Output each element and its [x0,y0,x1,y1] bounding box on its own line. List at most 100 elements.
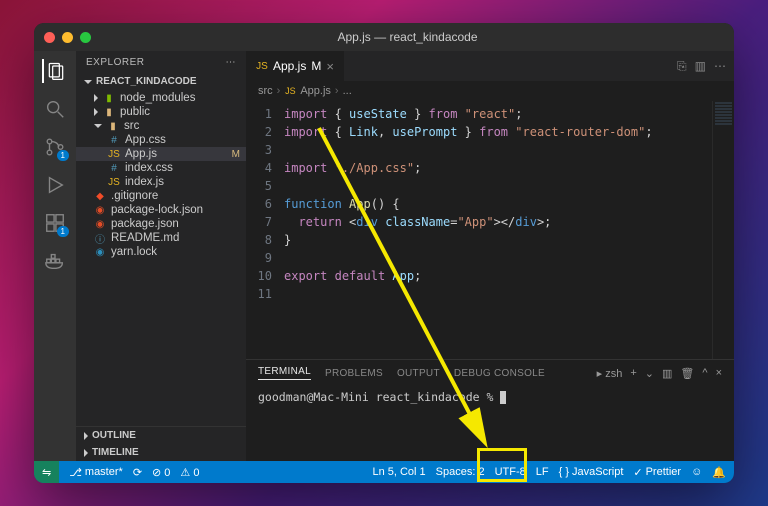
file-index-js[interactable]: JSindex.js [76,175,246,189]
js-file-icon: JS [108,148,120,160]
terminal-shell-picker[interactable]: ▸ zsh [597,367,623,380]
terminal-dropdown-icon[interactable]: ⌄ [645,367,654,380]
panel-tab-problems[interactable]: PROBLEMS [325,368,383,379]
status-right: Ln 5, Col 1 Spaces: 2 UTF-8 LF { } JavaS… [372,466,726,479]
folder-src[interactable]: ▮src [76,119,246,133]
check-icon: ✓ [633,466,642,479]
line-numbers: 1 2 3 4 5 6 7 8 9 10 11 [246,101,280,359]
close-panel-icon[interactable]: × [716,367,722,379]
language-mode-status[interactable]: { } JavaScript [559,466,624,478]
file-index-css[interactable]: #index.css [76,161,246,175]
file-app-js[interactable]: JSApp.jsM [76,147,246,161]
kw: from [479,125,508,139]
breadcrumbs[interactable]: src › JS App.js › ... [246,81,734,101]
folder-node-modules[interactable]: ▮node_modules [76,91,246,105]
str: "react" [465,107,516,121]
str: "./App.css" [335,161,414,175]
braces-icon: { } [559,466,569,478]
line-number: 8 [246,231,272,249]
panel-tabs: TERMINAL PROBLEMS OUTPUT DEBUG CONSOLE ▸… [246,360,734,386]
section-label: TIMELINE [92,447,139,458]
panel-tab-output[interactable]: OUTPUT [397,368,440,379]
docker-activity-icon[interactable] [43,249,67,273]
feedback-status[interactable]: ☺ [691,466,702,478]
minimize-window-button[interactable] [62,32,73,43]
css-file-icon: # [108,134,120,146]
tab-app-js[interactable]: JS App.js M × [246,51,345,81]
workbench-body: 1 1 EXPLORER ⋯ REACT_KINDACODE [34,51,734,461]
bottom-panel: TERMINAL PROBLEMS OUTPUT DEBUG CONSOLE ▸… [246,359,734,461]
explorer-title: EXPLORER [86,57,144,68]
chevron-right-icon [84,449,88,457]
npm-file-icon: ◉ [94,204,106,216]
ident: usePrompt [392,125,457,139]
crumb-file[interactable]: App.js [300,85,331,97]
compare-icon[interactable]: ⎘ [677,59,687,74]
window-controls [44,32,91,43]
file-package-lock[interactable]: ◉package-lock.json [76,203,246,217]
chevron-right-icon [94,94,98,102]
new-terminal-icon[interactable]: + [630,367,636,379]
file-label: src [124,120,139,132]
maximize-panel-icon[interactable]: ^ [702,367,707,379]
run-activity-icon[interactable] [43,173,67,197]
line-number: 10 [246,267,272,285]
file-label: .gitignore [111,190,158,202]
eol-status[interactable]: LF [536,466,549,478]
warnings-status[interactable]: ⚠ 0 [180,466,199,479]
split-editor-icon[interactable]: ▥ [695,59,706,73]
encoding-status[interactable]: UTF-8 [495,466,526,478]
js-file-icon: JS [108,176,120,188]
sidebar-more-icon[interactable]: ⋯ [226,57,237,68]
chevron-down-icon [94,124,102,128]
crumb-more[interactable]: ... [343,85,352,97]
modified-badge: M [232,149,240,160]
code-content[interactable]: import { useState } from "react"; import… [280,101,712,359]
code-editor[interactable]: 1 2 3 4 5 6 7 8 9 10 11 import { useStat… [246,101,734,359]
tag: div [515,215,537,229]
project-section-header[interactable]: REACT_KINDACODE [76,74,246,89]
folder-public[interactable]: ▮public [76,105,246,119]
panel-tab-debug-console[interactable]: DEBUG CONSOLE [454,368,545,379]
more-icon[interactable]: ⋯ [714,59,726,73]
file-gitignore[interactable]: ◆.gitignore [76,189,246,203]
git-sync-status[interactable]: ⟳ [133,466,142,479]
cursor-position-status[interactable]: Ln 5, Col 1 [372,466,425,478]
tab-bar: JS App.js M × ⎘ ▥ ⋯ [246,51,734,81]
vscode-window: App.js — react_kindacode 1 1 [34,23,734,483]
split-terminal-icon[interactable]: ▥ [662,367,672,380]
crumb-src[interactable]: src [258,85,273,97]
close-window-button[interactable] [44,32,55,43]
kill-terminal-icon[interactable]: 🗑 [680,367,694,380]
terminal-body[interactable]: goodman@Mac-Mini react_kindacode % [246,386,734,461]
remote-indicator[interactable]: ⇋ [34,461,59,483]
kw: export [284,269,327,283]
notifications-status[interactable]: 🔔 [712,466,726,479]
errors-status[interactable]: ⊘ 0 [152,466,170,479]
line-number: 6 [246,195,272,213]
panel-actions: ▸ zsh + ⌄ ▥ 🗑 ^ × [597,367,722,380]
terminal-prompt: goodman@Mac-Mini react_kindacode % [258,390,500,404]
file-app-css[interactable]: #App.css [76,133,246,147]
file-yarn-lock[interactable]: ◉yarn.lock [76,245,246,259]
panel-tab-terminal[interactable]: TERMINAL [258,366,311,380]
minimap[interactable] [712,101,734,359]
line-number: 9 [246,249,272,267]
file-package-json[interactable]: ◉package.json [76,217,246,231]
search-activity-icon[interactable] [43,97,67,121]
outline-section[interactable]: OUTLINE [76,427,246,444]
line-number: 1 [246,105,272,123]
prettier-status[interactable]: ✓ Prettier [633,466,681,479]
crumb-separator: › [335,85,339,97]
maximize-window-button[interactable] [80,32,91,43]
explorer-activity-icon[interactable] [42,59,66,83]
scm-activity-icon[interactable]: 1 [43,135,67,159]
line-number: 3 [246,141,272,159]
indentation-status[interactable]: Spaces: 2 [436,466,485,478]
tab-close-icon[interactable]: × [326,59,334,74]
file-readme[interactable]: ⓘREADME.md [76,231,246,245]
extensions-activity-icon[interactable]: 1 [43,211,67,235]
timeline-section[interactable]: TIMELINE [76,444,246,461]
tab-label: App.js [273,59,306,73]
git-branch-status[interactable]: ⎇master* [69,466,123,479]
